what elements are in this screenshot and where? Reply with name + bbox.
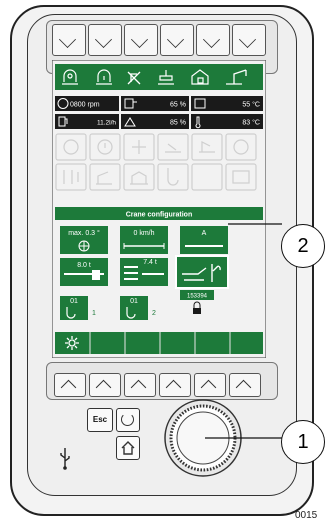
callout-1: 1 xyxy=(281,420,325,464)
callout-2: 2 xyxy=(281,224,325,268)
figure-id: 0015 xyxy=(295,510,318,521)
